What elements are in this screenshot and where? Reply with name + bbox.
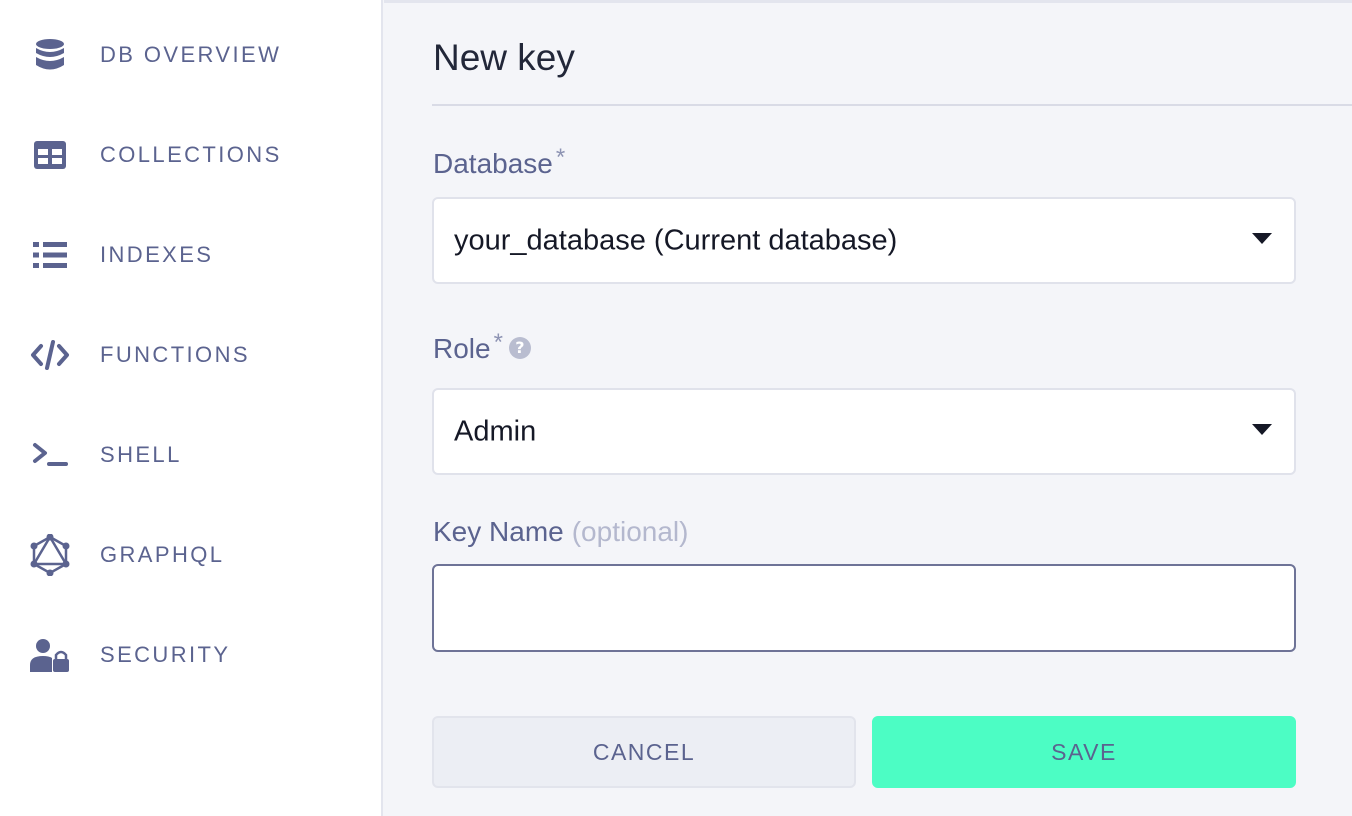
save-button[interactable]: SAVE <box>872 716 1296 788</box>
key-name-input[interactable] <box>432 564 1296 652</box>
sidebar-item-label: FUNCTIONS <box>100 342 250 367</box>
sidebar-item-label: COLLECTIONS <box>100 142 282 167</box>
graphql-icon <box>30 534 70 576</box>
code-icon <box>30 335 70 375</box>
sidebar-item-label: INDEXES <box>100 242 214 267</box>
key-name-label-text: Key Name <box>433 516 564 547</box>
top-border <box>384 0 1352 3</box>
required-mark: * <box>555 144 566 171</box>
sidebar-item-db-overview[interactable]: DB OVERVIEW <box>0 25 381 85</box>
table-grid-icon <box>30 135 70 175</box>
sidebar-item-indexes[interactable]: INDEXES <box>0 225 381 285</box>
optional-hint: (optional) <box>571 516 689 547</box>
user-lock-icon <box>30 635 70 675</box>
key-name-field-label: Key Name (optional) <box>433 518 688 546</box>
cancel-button[interactable]: CANCEL <box>432 716 856 788</box>
caret-down-icon <box>1252 423 1272 441</box>
sidebar-item-collections[interactable]: COLLECTIONS <box>0 125 381 185</box>
sidebar-item-label: GRAPHQL <box>100 542 225 567</box>
role-select-value: Admin <box>454 415 537 447</box>
required-mark: * <box>493 329 503 356</box>
sidebar-item-security[interactable]: SECURITY <box>0 625 381 685</box>
help-icon[interactable]: ? <box>508 337 531 359</box>
sidebar-item-label: DB OVERVIEW <box>100 42 282 67</box>
database-label-text: Database <box>433 148 553 179</box>
database-field-label: Database * <box>433 146 565 179</box>
sidebar-item-shell[interactable]: SHELL <box>0 425 381 485</box>
new-key-form-panel: New key Database * your_database (Curren… <box>384 0 1352 816</box>
sidebar-item-label: SHELL <box>100 442 182 467</box>
list-icon <box>30 235 70 275</box>
database-select-value: your_database (Current database) <box>454 224 898 256</box>
title-divider <box>432 104 1352 106</box>
role-field-label: Role * ? <box>433 331 531 364</box>
role-label-text: Role <box>433 333 491 364</box>
page-title: New key <box>433 37 575 78</box>
sidebar: DB OVERVIEW COLLECTIONS INDEXES FUNCTION… <box>0 0 383 816</box>
sidebar-item-graphql[interactable]: GRAPHQL <box>0 525 381 585</box>
role-select[interactable]: Admin <box>432 388 1296 475</box>
app-window: DB OVERVIEW COLLECTIONS INDEXES FUNCTION… <box>0 0 1352 816</box>
sidebar-item-label: SECURITY <box>100 642 231 667</box>
sidebar-item-functions[interactable]: FUNCTIONS <box>0 325 381 385</box>
database-select[interactable]: your_database (Current database) <box>432 197 1296 284</box>
database-icon <box>30 35 70 75</box>
caret-down-icon <box>1252 232 1272 250</box>
terminal-icon <box>30 435 70 475</box>
